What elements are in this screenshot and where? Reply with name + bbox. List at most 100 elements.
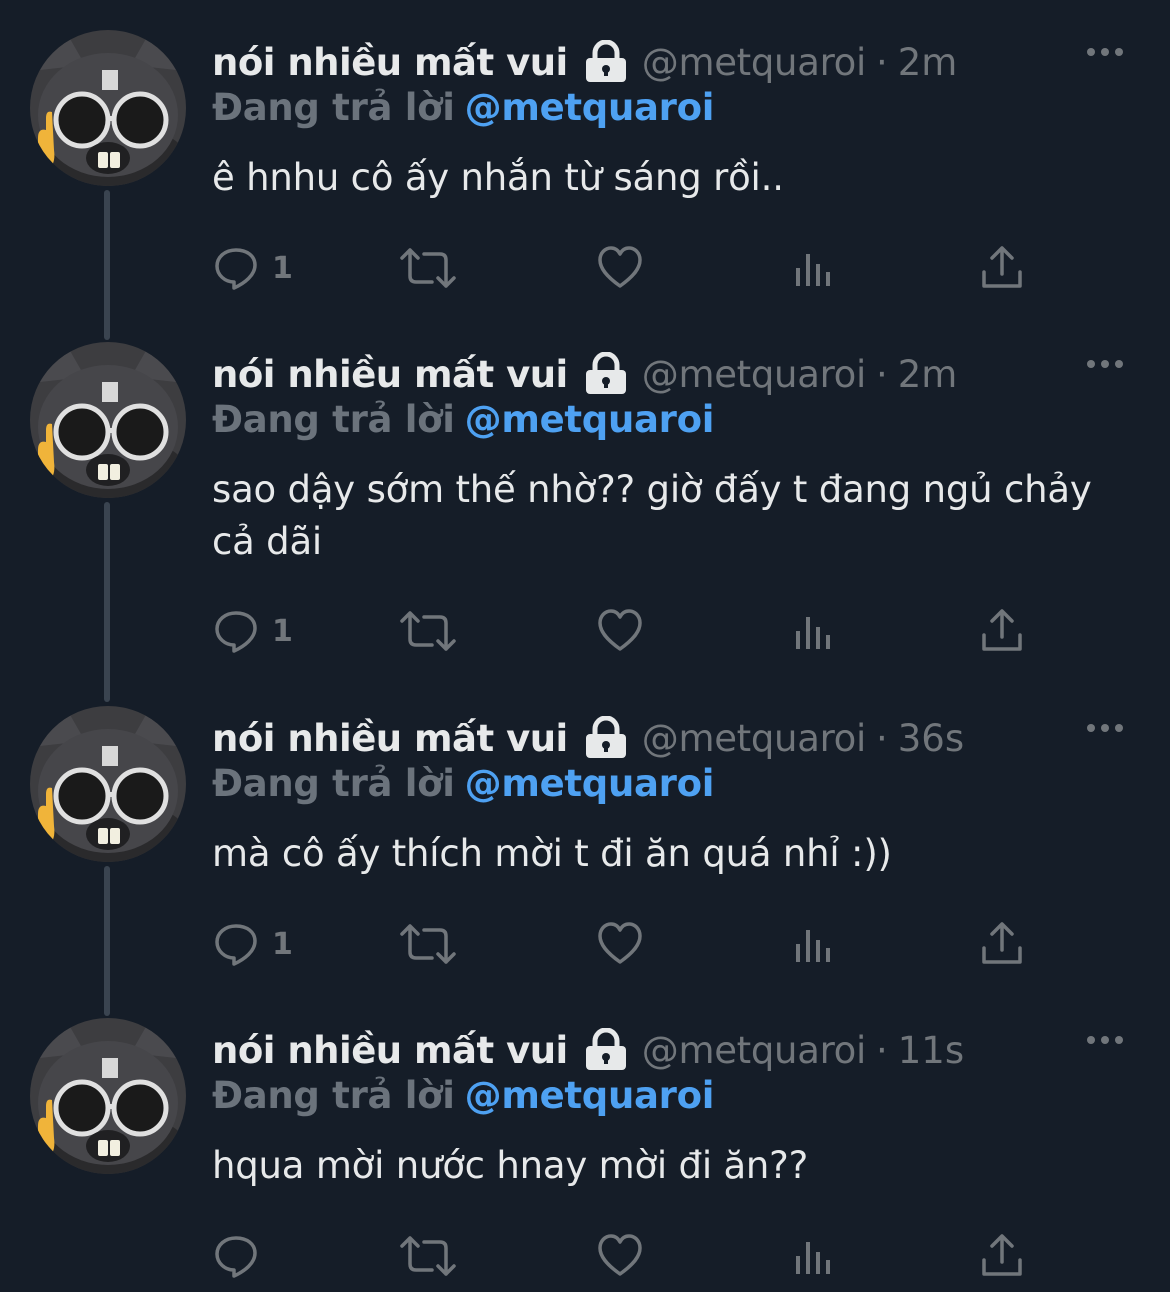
like-icon bbox=[598, 246, 642, 288]
tweet-actions bbox=[212, 1230, 1042, 1282]
like-button[interactable] bbox=[596, 605, 644, 657]
user-handle[interactable]: @metquaroi bbox=[642, 717, 867, 760]
reply-button[interactable] bbox=[212, 1230, 272, 1282]
tweet-thread: nói nhiều mất vui @metquaroi · 2m Đang t… bbox=[0, 0, 1170, 1292]
replying-label: Đang trả lời bbox=[212, 86, 455, 129]
share-icon bbox=[982, 609, 1022, 651]
separator-dot: · bbox=[876, 352, 888, 396]
share-button[interactable] bbox=[978, 242, 1026, 294]
more-icon[interactable] bbox=[1084, 354, 1126, 374]
cat-avatar-image bbox=[30, 1018, 186, 1174]
tweet-actions: 1 bbox=[212, 918, 1042, 970]
reply-button[interactable]: 1 bbox=[212, 605, 293, 657]
separator-dot: · bbox=[876, 1028, 888, 1072]
replying-mention-link[interactable]: @metquaroi bbox=[465, 762, 715, 805]
reply-button[interactable]: 1 bbox=[212, 918, 293, 970]
replying-to: Đang trả lời @metquaroi bbox=[212, 762, 714, 805]
timestamp[interactable]: 11s bbox=[898, 1029, 964, 1072]
share-button[interactable] bbox=[978, 605, 1026, 657]
more-icon[interactable] bbox=[1084, 1030, 1126, 1050]
timestamp[interactable]: 2m bbox=[898, 41, 958, 84]
retweet-icon bbox=[400, 1236, 456, 1276]
cat-avatar-image bbox=[30, 342, 186, 498]
display-name[interactable]: nói nhiều mất vui bbox=[212, 353, 568, 396]
avatar[interactable] bbox=[30, 30, 186, 186]
tweet-text: hqua mời nước hnay mời đi ăn?? bbox=[212, 1144, 809, 1187]
views-button[interactable] bbox=[790, 242, 838, 294]
reply-icon bbox=[215, 1236, 257, 1278]
tweet[interactable]: nói nhiều mất vui @metquaroi · 36s Đang bbox=[0, 676, 1170, 988]
lock-icon bbox=[584, 1027, 628, 1072]
avatar[interactable] bbox=[30, 342, 186, 498]
like-icon bbox=[598, 922, 642, 964]
replying-mention-link[interactable]: @metquaroi bbox=[465, 86, 715, 129]
display-name[interactable]: nói nhiều mất vui bbox=[212, 1029, 568, 1072]
views-button[interactable] bbox=[790, 918, 838, 970]
tweet-text: ê hnhu cô ấy nhắn từ sáng rồi.. bbox=[212, 156, 784, 199]
timestamp[interactable]: 2m bbox=[898, 353, 958, 396]
like-button[interactable] bbox=[596, 918, 644, 970]
reply-icon bbox=[215, 248, 257, 290]
cat-avatar-image bbox=[30, 706, 186, 862]
tweet-header: nói nhiều mất vui @metquaroi · 2m bbox=[212, 348, 957, 400]
lock-icon bbox=[584, 715, 628, 760]
user-handle[interactable]: @metquaroi bbox=[642, 41, 867, 84]
retweet-button[interactable] bbox=[398, 242, 458, 294]
lock-icon bbox=[584, 351, 628, 396]
tweet-header: nói nhiều mất vui @metquaroi · 2m bbox=[212, 36, 957, 88]
retweet-button[interactable] bbox=[398, 605, 458, 657]
views-button[interactable] bbox=[790, 605, 838, 657]
tweet-text: mà cô ấy thích mời t đi ăn quá nhỉ :)) bbox=[212, 832, 892, 875]
avatar[interactable] bbox=[30, 1018, 186, 1174]
views-button[interactable] bbox=[790, 1230, 838, 1282]
reply-count: 1 bbox=[272, 926, 293, 962]
display-name[interactable]: nói nhiều mất vui bbox=[212, 717, 568, 760]
replying-label: Đang trả lời bbox=[212, 762, 455, 805]
display-name[interactable]: nói nhiều mất vui bbox=[212, 41, 568, 84]
share-icon bbox=[982, 246, 1022, 288]
like-icon bbox=[598, 609, 642, 651]
tweet-header: nói nhiều mất vui @metquaroi · 11s bbox=[212, 1024, 964, 1076]
retweet-icon bbox=[400, 924, 456, 964]
user-handle[interactable]: @metquaroi bbox=[642, 1029, 867, 1072]
more-icon[interactable] bbox=[1084, 718, 1126, 738]
like-icon bbox=[598, 1234, 642, 1276]
reply-button[interactable]: 1 bbox=[212, 242, 293, 294]
tweet-text: sao dậy sớm thế nhờ?? giờ đấy t đang ngủ… bbox=[212, 468, 1092, 563]
like-button[interactable] bbox=[596, 242, 644, 294]
cat-avatar-image bbox=[30, 30, 186, 186]
avatar[interactable] bbox=[30, 706, 186, 862]
share-icon bbox=[982, 922, 1022, 964]
tweet-actions: 1 bbox=[212, 605, 1042, 657]
share-button[interactable] bbox=[978, 1230, 1026, 1282]
retweet-button[interactable] bbox=[398, 918, 458, 970]
tweet[interactable]: nói nhiều mất vui @metquaroi · 11s Đang bbox=[0, 988, 1170, 1292]
share-button[interactable] bbox=[978, 918, 1026, 970]
reply-count: 1 bbox=[272, 613, 293, 649]
share-icon bbox=[982, 1234, 1022, 1276]
replying-to: Đang trả lời @metquaroi bbox=[212, 86, 714, 129]
views-icon bbox=[796, 1242, 830, 1274]
separator-dot: · bbox=[876, 40, 888, 84]
reply-icon bbox=[215, 924, 257, 966]
more-icon[interactable] bbox=[1084, 42, 1126, 62]
views-icon bbox=[796, 254, 830, 286]
tweet[interactable]: nói nhiều mất vui @metquaroi · 2m Đang t… bbox=[0, 0, 1170, 312]
tweet-actions: 1 bbox=[212, 242, 1042, 294]
replying-label: Đang trả lời bbox=[212, 1074, 455, 1117]
replying-mention-link[interactable]: @metquaroi bbox=[465, 1074, 715, 1117]
replying-to: Đang trả lời @metquaroi bbox=[212, 1074, 714, 1117]
tweet[interactable]: nói nhiều mất vui @metquaroi · 2m Đang t… bbox=[0, 312, 1170, 676]
like-button[interactable] bbox=[596, 1230, 644, 1282]
retweet-icon bbox=[400, 611, 456, 651]
tweet-header: nói nhiều mất vui @metquaroi · 36s bbox=[212, 712, 964, 764]
views-icon bbox=[796, 617, 830, 649]
reply-icon bbox=[215, 611, 257, 653]
replying-mention-link[interactable]: @metquaroi bbox=[465, 398, 715, 441]
timestamp[interactable]: 36s bbox=[898, 717, 964, 760]
user-handle[interactable]: @metquaroi bbox=[642, 353, 867, 396]
replying-label: Đang trả lời bbox=[212, 398, 455, 441]
retweet-button[interactable] bbox=[398, 1230, 458, 1282]
retweet-icon bbox=[400, 248, 456, 288]
views-icon bbox=[796, 930, 830, 962]
